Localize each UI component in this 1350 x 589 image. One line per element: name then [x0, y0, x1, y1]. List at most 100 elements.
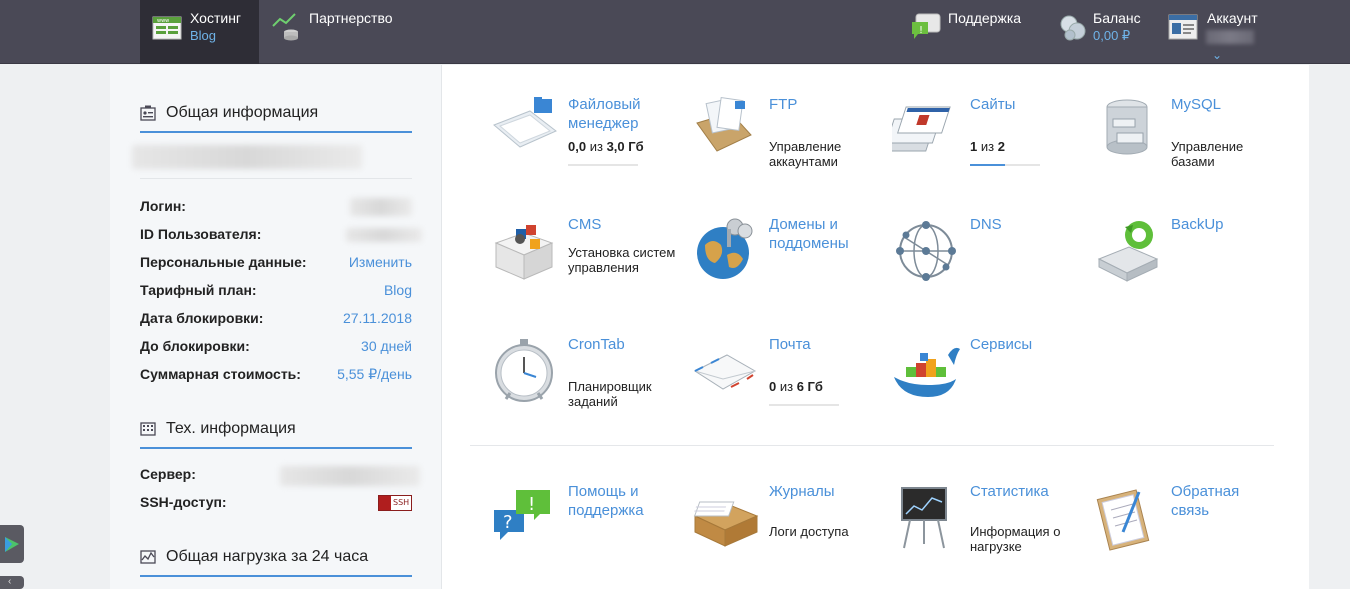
- ssh-badge-text: SSH: [393, 498, 410, 507]
- nav-balance-label: Баланс: [1093, 10, 1141, 26]
- block-date-label: Дата блокировки:: [140, 310, 264, 326]
- load-title: Общая нагрузка за 24 часа: [166, 548, 369, 565]
- tile-statistics[interactable]: Статистика Информация о нагрузке: [892, 482, 1082, 582]
- tile-dns[interactable]: DNS: [892, 215, 1082, 315]
- collapse-button[interactable]: ‹: [0, 576, 24, 589]
- sites-stack-icon: [892, 106, 951, 152]
- tech-info-title: Тех. информация: [166, 420, 296, 437]
- statistics-board-icon: [901, 487, 947, 549]
- tile-mail[interactable]: Почта 0 из 6 Гб: [691, 335, 881, 435]
- separator: [140, 178, 412, 179]
- account-name-redacted: [1206, 30, 1254, 44]
- info-row-user-id: ID Пользователя:: [140, 226, 422, 246]
- general-info-header: Общая информация: [140, 101, 412, 133]
- nav-partnership-label: Партнерство: [309, 10, 393, 26]
- tile-help[interactable]: ? ! Помощь и поддержка: [490, 482, 680, 582]
- tile-feedback[interactable]: Обратная связь: [1093, 482, 1283, 582]
- login-label: Логин:: [140, 198, 186, 214]
- info-row-total-cost: Суммарная стоимость: 5,55 ₽/день: [140, 366, 412, 386]
- svg-text:www: www: [157, 18, 169, 24]
- mail-used: 0: [769, 379, 777, 394]
- tile-mysql[interactable]: MySQL Управление базами: [1093, 95, 1283, 195]
- mail-total: 6 Гб: [796, 379, 823, 394]
- tile-domains[interactable]: Домены и поддомены: [691, 215, 881, 315]
- server-rack-icon: [140, 422, 156, 436]
- tile-ftp-title: FTP: [769, 96, 798, 113]
- info-sidebar: Общая информация Логин: ID Пользователя:…: [110, 65, 442, 589]
- tile-logs[interactable]: Журналы Логи доступа: [691, 482, 881, 582]
- info-row-days-left: До блокировки: 30 дней: [140, 338, 412, 358]
- ssh-status-badge[interactable]: SSH: [378, 495, 412, 511]
- sites-of: из: [980, 139, 995, 154]
- play-store-button[interactable]: [0, 525, 24, 563]
- tile-logs-title: Журналы: [769, 483, 835, 500]
- ssh-label: SSH-доступ:: [140, 494, 227, 510]
- section-divider: [470, 445, 1274, 446]
- info-row-ssh: SSH-доступ: SSH: [140, 494, 412, 514]
- tile-cms[interactable]: CMS Установка систем управления: [490, 215, 680, 315]
- tile-file-manager-title: Файловый менеджер: [568, 96, 641, 132]
- nav-hosting[interactable]: www Хостинг Blog: [140, 0, 259, 64]
- days-left-value: 30 дней: [361, 338, 412, 354]
- main-panel: Общая информация Логин: ID Пользователя:…: [110, 65, 1309, 589]
- total-cost-value: 5,55 ₽/день: [337, 366, 412, 382]
- user-name-redacted: [132, 145, 362, 169]
- general-info-title: Общая информация: [166, 104, 319, 121]
- domains-globe-icon: [697, 218, 753, 279]
- mail-of: из: [779, 379, 794, 394]
- login-value-redacted: [350, 198, 412, 216]
- tile-cms-desc: Установка систем управления: [568, 245, 676, 275]
- coins-icon: [1060, 15, 1086, 41]
- cms-box-icon: [494, 225, 554, 280]
- file-manager-total: 3,0 Гб: [606, 139, 644, 154]
- tile-services-title: Сервисы: [970, 336, 1033, 353]
- logs-box-icon: [693, 501, 759, 547]
- load-header: Общая нагрузка за 24 часа: [140, 545, 412, 577]
- personal-data-label: Персональные данные:: [140, 254, 307, 270]
- tile-domains-title: Домены и поддомены: [769, 216, 849, 252]
- tile-file-manager[interactable]: Файловый менеджер 0,0 из 3,0 Гб: [490, 95, 680, 195]
- nav-hosting-label: Хостинг: [190, 10, 242, 26]
- mail-envelope-icon: [693, 354, 757, 390]
- tile-crontab[interactable]: CronTab Планировщик заданий: [490, 335, 680, 435]
- file-manager-used: 0,0: [568, 139, 587, 154]
- file-manager-usage-bar: [568, 164, 638, 166]
- plan-link[interactable]: Blog: [384, 282, 412, 298]
- tile-feedback-title: Обратная связь: [1171, 483, 1240, 519]
- support-chat-icon: !: [912, 13, 941, 39]
- tile-services[interactable]: Сервисы: [892, 335, 1082, 435]
- file-manager-of: из: [589, 139, 603, 154]
- sites-total: 2: [997, 139, 1005, 154]
- tile-backup-title: BackUp: [1171, 216, 1224, 233]
- nav-support[interactable]: ! Поддержка: [908, 0, 1038, 64]
- account-chevron-down-icon[interactable]: ⌄: [1212, 48, 1222, 62]
- tech-info-header: Тех. информация: [140, 417, 412, 449]
- account-card-icon: [1168, 14, 1198, 40]
- info-row-block-date: Дата блокировки: 27.11.2018: [140, 310, 412, 330]
- info-row-personal-data: Персональные данные: Изменить: [140, 254, 412, 274]
- server-label: Сервер:: [140, 466, 196, 482]
- nav-hosting-plan: Blog: [190, 28, 217, 43]
- mysql-database-icon: [1106, 99, 1148, 155]
- nav-balance[interactable]: Баланс 0,00 ₽: [1058, 0, 1158, 64]
- tile-help-title: Помощь и поддержка: [568, 483, 644, 519]
- user-id-value-redacted: [346, 228, 422, 242]
- tile-sites[interactable]: Сайты 1 из 2: [892, 95, 1082, 195]
- nav-partnership[interactable]: Партнерство: [259, 0, 409, 64]
- sites-usage-fill: [970, 164, 1005, 166]
- mail-quota: 0 из 6 Гб: [769, 379, 823, 394]
- tile-statistics-title: Статистика: [970, 483, 1049, 500]
- sites-quota: 1 из 2: [970, 139, 1005, 154]
- user-id-label: ID Пользователя:: [140, 226, 262, 242]
- tile-ftp[interactable]: FTP Управление аккаунтами: [691, 95, 881, 195]
- nav-support-label: Поддержка: [948, 10, 1022, 26]
- svg-text:!: !: [919, 25, 923, 36]
- id-card-icon: [140, 105, 156, 121]
- help-chat-icon: ? !: [494, 490, 550, 540]
- tile-statistics-desc: Информация о нагрузке: [970, 524, 1061, 554]
- block-date-value: 27.11.2018: [342, 310, 412, 326]
- mail-usage-bar: [769, 404, 839, 406]
- tile-backup[interactable]: BackUp: [1093, 215, 1283, 315]
- tile-mysql-desc: Управление базами: [1171, 139, 1244, 169]
- edit-personal-data-link[interactable]: Изменить: [349, 254, 412, 270]
